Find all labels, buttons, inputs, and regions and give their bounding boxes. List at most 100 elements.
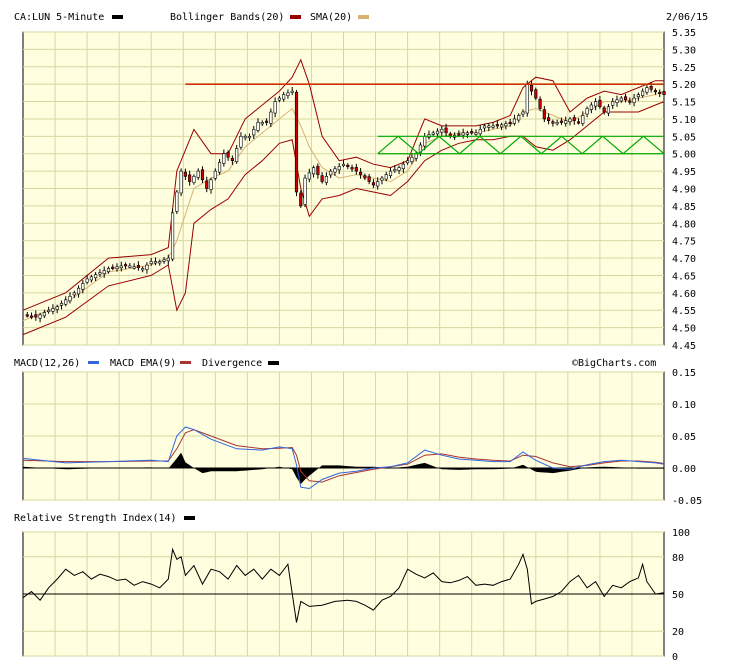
candle-body [119,265,123,269]
candle-body [55,306,59,310]
symbol-legend-swatch [112,15,123,19]
candle-body [230,157,234,161]
candle-body [256,122,260,131]
price-y-tick-label: 4.90 [672,185,696,196]
candle-body [29,315,34,318]
candle-body [235,148,239,163]
candle-body [269,111,273,124]
candle-body [500,124,504,128]
candle-body [628,100,632,103]
candle-body [264,120,269,123]
candle-body [461,132,465,136]
candle-body [602,107,606,113]
rsi-label: Relative Strength Index(14) [14,513,177,524]
candle-body [337,166,341,171]
price-y-tick-label: 4.85 [672,202,696,213]
price-y-tick-label: 4.50 [672,324,696,335]
candle-body [440,129,444,133]
candle-body [606,106,611,114]
candle-body [581,115,585,124]
macd-y-tick-label: 0.10 [672,400,696,411]
price-y-tick-label: 5.20 [672,80,696,91]
candle-body [641,90,645,96]
candle-body [380,177,384,181]
candle-body [414,153,418,159]
rsi-y-tick-label: 0 [672,652,678,663]
price-y-tick-label: 5.10 [672,115,696,126]
candle-body [487,125,491,128]
candle-body [196,170,200,178]
price-y-tick-label: 5.05 [672,132,696,143]
candle-body [534,89,538,99]
candle-body [504,123,508,127]
candle-body [123,264,128,267]
candle-body [145,264,149,270]
candle-body [205,180,209,189]
brand-label: ©BigCharts.com [572,358,656,369]
candle-body [162,259,166,262]
candle-body [346,164,350,167]
candle-body [388,170,393,176]
candle-body [183,171,187,177]
candle-body [363,175,367,179]
candle-body [410,156,414,163]
price-y-tick-label: 5.25 [672,63,696,74]
price-y-tick-label: 5.35 [672,28,696,39]
candle-body [367,176,371,182]
candle-body [538,98,542,109]
candle-body [286,92,290,96]
candle-body [252,129,256,136]
candle-body [653,90,658,93]
price-y-tick-label: 4.45 [672,341,696,352]
candle-body [303,177,307,205]
candle-body [273,101,277,114]
price-y-tick-label: 5.15 [672,98,696,109]
candle-body [158,261,162,264]
candle-body [525,83,529,114]
candle-body [384,174,388,180]
macd-panel: 0.15 0.10 0.05 0.00 -0.05 [22,368,702,507]
candle-body [623,96,628,101]
candle-body [68,296,72,302]
candle-body [551,121,555,124]
candle-body [38,314,42,319]
candle-body [512,118,517,124]
candle-body [521,111,525,115]
candle-body [153,261,158,264]
candle-body [576,121,581,124]
candle-body [192,176,196,183]
candle-body [495,124,499,127]
candle-body [431,132,435,135]
candle-body [465,132,470,135]
price-y-tick-label: 4.70 [672,254,696,265]
candle-body [354,167,358,172]
candle-body [222,153,226,164]
candle-body [42,312,46,317]
candle-body [564,120,568,124]
candle-body [89,276,93,281]
candle-body [226,152,230,158]
price-y-tick-label: 4.65 [672,271,696,282]
candle-body [170,212,175,260]
bollinger-legend-swatch [290,15,301,19]
candle-body [320,175,324,182]
candle-body [175,191,179,212]
candle-body [470,131,474,134]
candle-body [94,274,98,279]
candle-body [299,192,303,207]
candle-body [128,265,132,268]
candle-body [329,170,333,176]
rsi-y-tick-label: 50 [672,590,684,601]
rsi-header: Relative Strength Index(14) [14,513,195,524]
candle-body [376,181,380,187]
candle-body [166,257,170,262]
macd-y-tick-label: 0.00 [672,464,696,475]
candle-body [34,314,38,318]
candle-body [401,163,405,169]
candle-body [188,174,192,182]
candle-body [649,85,653,90]
candle-body [294,91,299,193]
candle-body [572,117,576,121]
candle-body [444,127,448,134]
candle-body [64,299,68,305]
